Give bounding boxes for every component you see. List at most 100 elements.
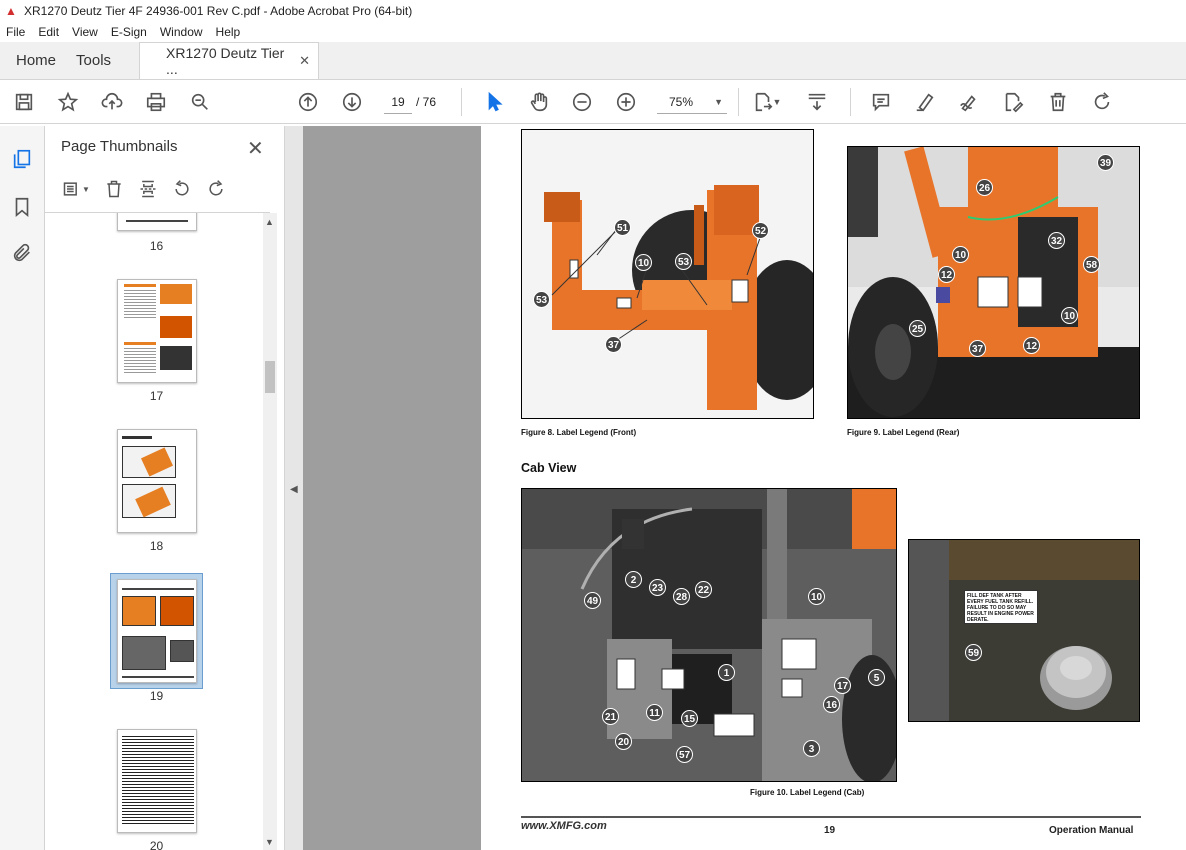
tab-bar: Home Tools XR1270 Deutz Tier ... ✕ <box>0 42 1186 80</box>
thumbnail-scrollbar[interactable]: ▲ ▼ <box>263 213 277 850</box>
thumbnails-panel: Page Thumbnails ✕ ▼ 16 17 18 19 20 ▲ ▼ <box>45 126 285 850</box>
callout-badge: 10 <box>808 588 825 605</box>
menu-esign[interactable]: E-Sign <box>111 25 147 39</box>
highlight-pen-icon[interactable] <box>913 90 937 114</box>
def-warning-decal: FILL DEF TANK AFTER EVERY FUEL TANK REFI… <box>964 590 1038 624</box>
title-bar: ▲ XR1270 Deutz Tier 4F 24936-001 Rev C.p… <box>0 0 1186 22</box>
menu-file[interactable]: File <box>6 25 25 39</box>
menu-edit[interactable]: Edit <box>38 25 59 39</box>
scroll-down-icon[interactable]: ▼ <box>265 837 274 847</box>
callout-badge: 28 <box>673 588 690 605</box>
callout-badge: 37 <box>969 340 986 357</box>
delete-icon[interactable] <box>1046 90 1070 114</box>
thumbnail-page-18[interactable] <box>117 429 197 533</box>
thumbnail-page-16[interactable] <box>117 213 197 231</box>
footer-title: Operation Manual <box>1049 825 1134 836</box>
zoom-in-icon[interactable] <box>614 90 638 114</box>
rotate-right-icon[interactable] <box>203 178 229 200</box>
rotate-left-icon[interactable] <box>169 178 195 200</box>
save-icon[interactable] <box>12 90 36 114</box>
thumbnail-label: 19 <box>149 689 164 703</box>
callout-badge: 5 <box>868 669 885 686</box>
callout-badge: 12 <box>1023 337 1040 354</box>
thumbnail-label: 18 <box>149 539 164 553</box>
callout-badge: 37 <box>605 336 622 353</box>
figure-def-tank-photo: FILL DEF TANK AFTER EVERY FUEL TANK REFI… <box>908 539 1140 722</box>
figure-front-photo: 51 52 53 10 53 37 <box>521 129 814 419</box>
edit-pdf-icon[interactable] <box>1001 90 1025 114</box>
callout-badge: 16 <box>823 696 840 713</box>
footer-logo: www.XMFG.com <box>521 820 607 832</box>
window-title: XR1270 Deutz Tier 4F 24936-001 Rev C.pdf… <box>24 4 413 18</box>
callout-badge: 52 <box>752 222 769 239</box>
menu-view[interactable]: View <box>72 25 98 39</box>
thumbnail-label: 16 <box>149 239 164 253</box>
tab-home[interactable]: Home <box>0 42 72 79</box>
figure-rear-photo: 39 26 10 32 58 12 25 10 37 12 <box>847 146 1140 419</box>
footer-page-number: 19 <box>824 825 836 836</box>
page-number-input[interactable]: 19 <box>384 90 412 114</box>
thumbnail-list: 16 17 18 19 20 <box>45 213 270 850</box>
footer-rule <box>521 816 1141 818</box>
callout-badge: 59 <box>965 644 982 661</box>
page-total: / 76 <box>416 95 437 109</box>
previous-page-icon[interactable] <box>296 90 320 114</box>
chevron-down-icon[interactable]: ▼ <box>772 90 782 114</box>
bookmark-star-icon[interactable] <box>56 90 80 114</box>
main-toolbar: 19 / 76 75% ▼ ▼ <box>0 80 1186 124</box>
scroll-mode-icon[interactable] <box>805 90 829 114</box>
menu-bar: File Edit View E-Sign Window Help <box>0 22 1186 42</box>
select-cursor-icon[interactable] <box>483 90 507 114</box>
close-icon[interactable]: ✕ <box>247 136 264 161</box>
chevron-down-icon: ▼ <box>714 97 723 107</box>
upload-icon[interactable] <box>100 90 124 114</box>
collapse-panel-icon[interactable]: ◀ <box>290 484 298 495</box>
callout-badge: 58 <box>1083 256 1100 273</box>
thumbnail-toolbar: ▼ <box>59 178 237 200</box>
callout-badge: 53 <box>675 253 692 270</box>
pdf-page: 51 52 53 10 53 37 Figure 8. Label Legend… <box>481 126 1186 850</box>
delete-page-icon[interactable] <box>101 178 127 200</box>
menu-help[interactable]: Help <box>216 25 241 39</box>
options-menu-icon[interactable]: ▼ <box>59 178 93 200</box>
zoom-level-value: 75% <box>669 95 694 109</box>
panel-splitter[interactable]: ◀ <box>285 126 303 850</box>
callout-badge: 21 <box>602 708 619 725</box>
close-tab-icon[interactable]: ✕ <box>299 53 310 69</box>
menu-window[interactable]: Window <box>160 25 203 39</box>
print-icon[interactable] <box>144 90 168 114</box>
scroll-up-icon[interactable]: ▲ <box>265 217 274 227</box>
callout-badge: 10 <box>635 254 652 271</box>
figure-caption: Figure 10. Label Legend (Cab) <box>750 788 865 797</box>
tab-tools[interactable]: Tools <box>72 42 127 79</box>
comment-icon[interactable] <box>869 90 893 114</box>
zoom-search-icon[interactable] <box>188 90 212 114</box>
callout-badge: 15 <box>681 710 698 727</box>
panel-title: Page Thumbnails <box>61 138 178 155</box>
thumbnail-page-19[interactable] <box>117 579 197 683</box>
callout-badge: 10 <box>952 246 969 263</box>
thumbnail-page-17[interactable] <box>117 279 197 383</box>
next-page-icon[interactable] <box>340 90 364 114</box>
thumbnail-label: 17 <box>149 389 164 403</box>
scrollbar-thumb[interactable] <box>265 361 275 393</box>
toolbar-divider <box>850 88 851 116</box>
left-nav-rail <box>0 126 45 850</box>
hand-tool-icon[interactable] <box>527 90 551 114</box>
fill-sign-icon[interactable] <box>957 90 981 114</box>
toolbar-divider <box>738 88 739 116</box>
tab-document[interactable]: XR1270 Deutz Tier ... ✕ <box>139 42 320 79</box>
document-viewer[interactable]: 51 52 53 10 53 37 Figure 8. Label Legend… <box>303 126 1186 850</box>
callout-badge: 49 <box>584 592 601 609</box>
zoom-level-select[interactable]: 75% ▼ <box>657 90 727 114</box>
thumbnail-page-20[interactable] <box>117 729 197 833</box>
bookmarks-icon[interactable] <box>11 196 33 218</box>
extract-pages-icon[interactable] <box>135 178 161 200</box>
callout-badge: 26 <box>976 179 993 196</box>
attachments-icon[interactable] <box>11 242 33 264</box>
zoom-out-icon[interactable] <box>570 90 594 114</box>
redo-icon[interactable] <box>1090 90 1114 114</box>
figure-cab-photo: 2 23 28 22 10 49 1 17 5 21 11 15 16 20 5… <box>521 488 897 782</box>
page-thumbnails-icon[interactable] <box>11 148 33 170</box>
toolbar-divider <box>461 88 462 116</box>
